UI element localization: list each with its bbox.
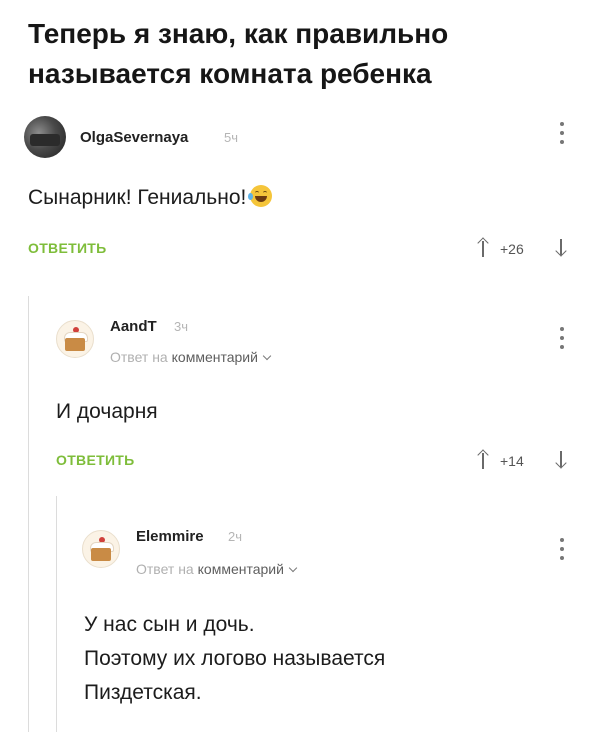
comment-text: И дочарня (56, 395, 158, 429)
comment-username[interactable]: AandT (110, 318, 157, 335)
user-avatar[interactable] (82, 530, 120, 568)
post-title-line: Теперь я знаю, как правильно (28, 18, 449, 49)
post-title-line: называется комната ребенка (28, 58, 432, 89)
comment-text-line: Сынарник! Гениально! (28, 186, 247, 209)
comment-username[interactable]: OlgaSevernaya (80, 129, 188, 146)
thread-line (56, 496, 57, 732)
comment-time: 3ч (174, 319, 189, 334)
laughing-tears-emoji-icon (248, 185, 273, 207)
reply-to-prefix: Ответ на (110, 349, 168, 365)
kebab-menu-icon[interactable] (556, 538, 568, 566)
comment-score: +14 (500, 453, 524, 469)
post-title: Теперь я знаю, как правильно называется … (28, 14, 568, 94)
avatar-photo-shape (30, 134, 60, 146)
comment-text-line: Пиздетская. (84, 681, 202, 704)
comment-text-line: У нас сын и дочь. (84, 613, 255, 636)
chevron-down-icon (262, 351, 272, 361)
arrow-down-icon[interactable] (554, 238, 568, 258)
reply-to-link[interactable]: Ответ на комментарий (136, 561, 298, 577)
arrow-up-icon[interactable] (476, 449, 490, 470)
comment-score: +26 (500, 241, 524, 257)
comment-text-line: И дочарня (56, 400, 158, 423)
kebab-menu-icon[interactable] (556, 122, 568, 150)
comment-time: 2ч (228, 529, 243, 544)
comment-text: Сынарник! Гениально! (28, 181, 273, 215)
arrow-up-icon[interactable] (476, 237, 490, 258)
reply-to-target: комментарий (197, 561, 284, 577)
reply-button[interactable]: ОТВЕТИТЬ (28, 240, 107, 256)
user-avatar[interactable] (56, 320, 94, 358)
kebab-menu-icon[interactable] (556, 327, 568, 355)
arrow-down-icon[interactable] (554, 450, 568, 470)
reply-button[interactable]: ОТВЕТИТЬ (56, 452, 135, 468)
comment-text-line: Поэтому их логово называется (84, 647, 386, 670)
reply-to-target: комментарий (171, 349, 258, 365)
comment-time: 5ч (224, 130, 239, 145)
comment-text: У нас сын и дочь. Поэтому их логово назы… (84, 608, 385, 710)
thread-line (28, 296, 29, 732)
chevron-down-icon (288, 563, 298, 573)
comment-username[interactable]: Elemmire (136, 528, 204, 545)
user-avatar[interactable] (24, 116, 66, 158)
reply-to-prefix: Ответ на (136, 561, 194, 577)
reply-to-link[interactable]: Ответ на комментарий (110, 349, 272, 365)
